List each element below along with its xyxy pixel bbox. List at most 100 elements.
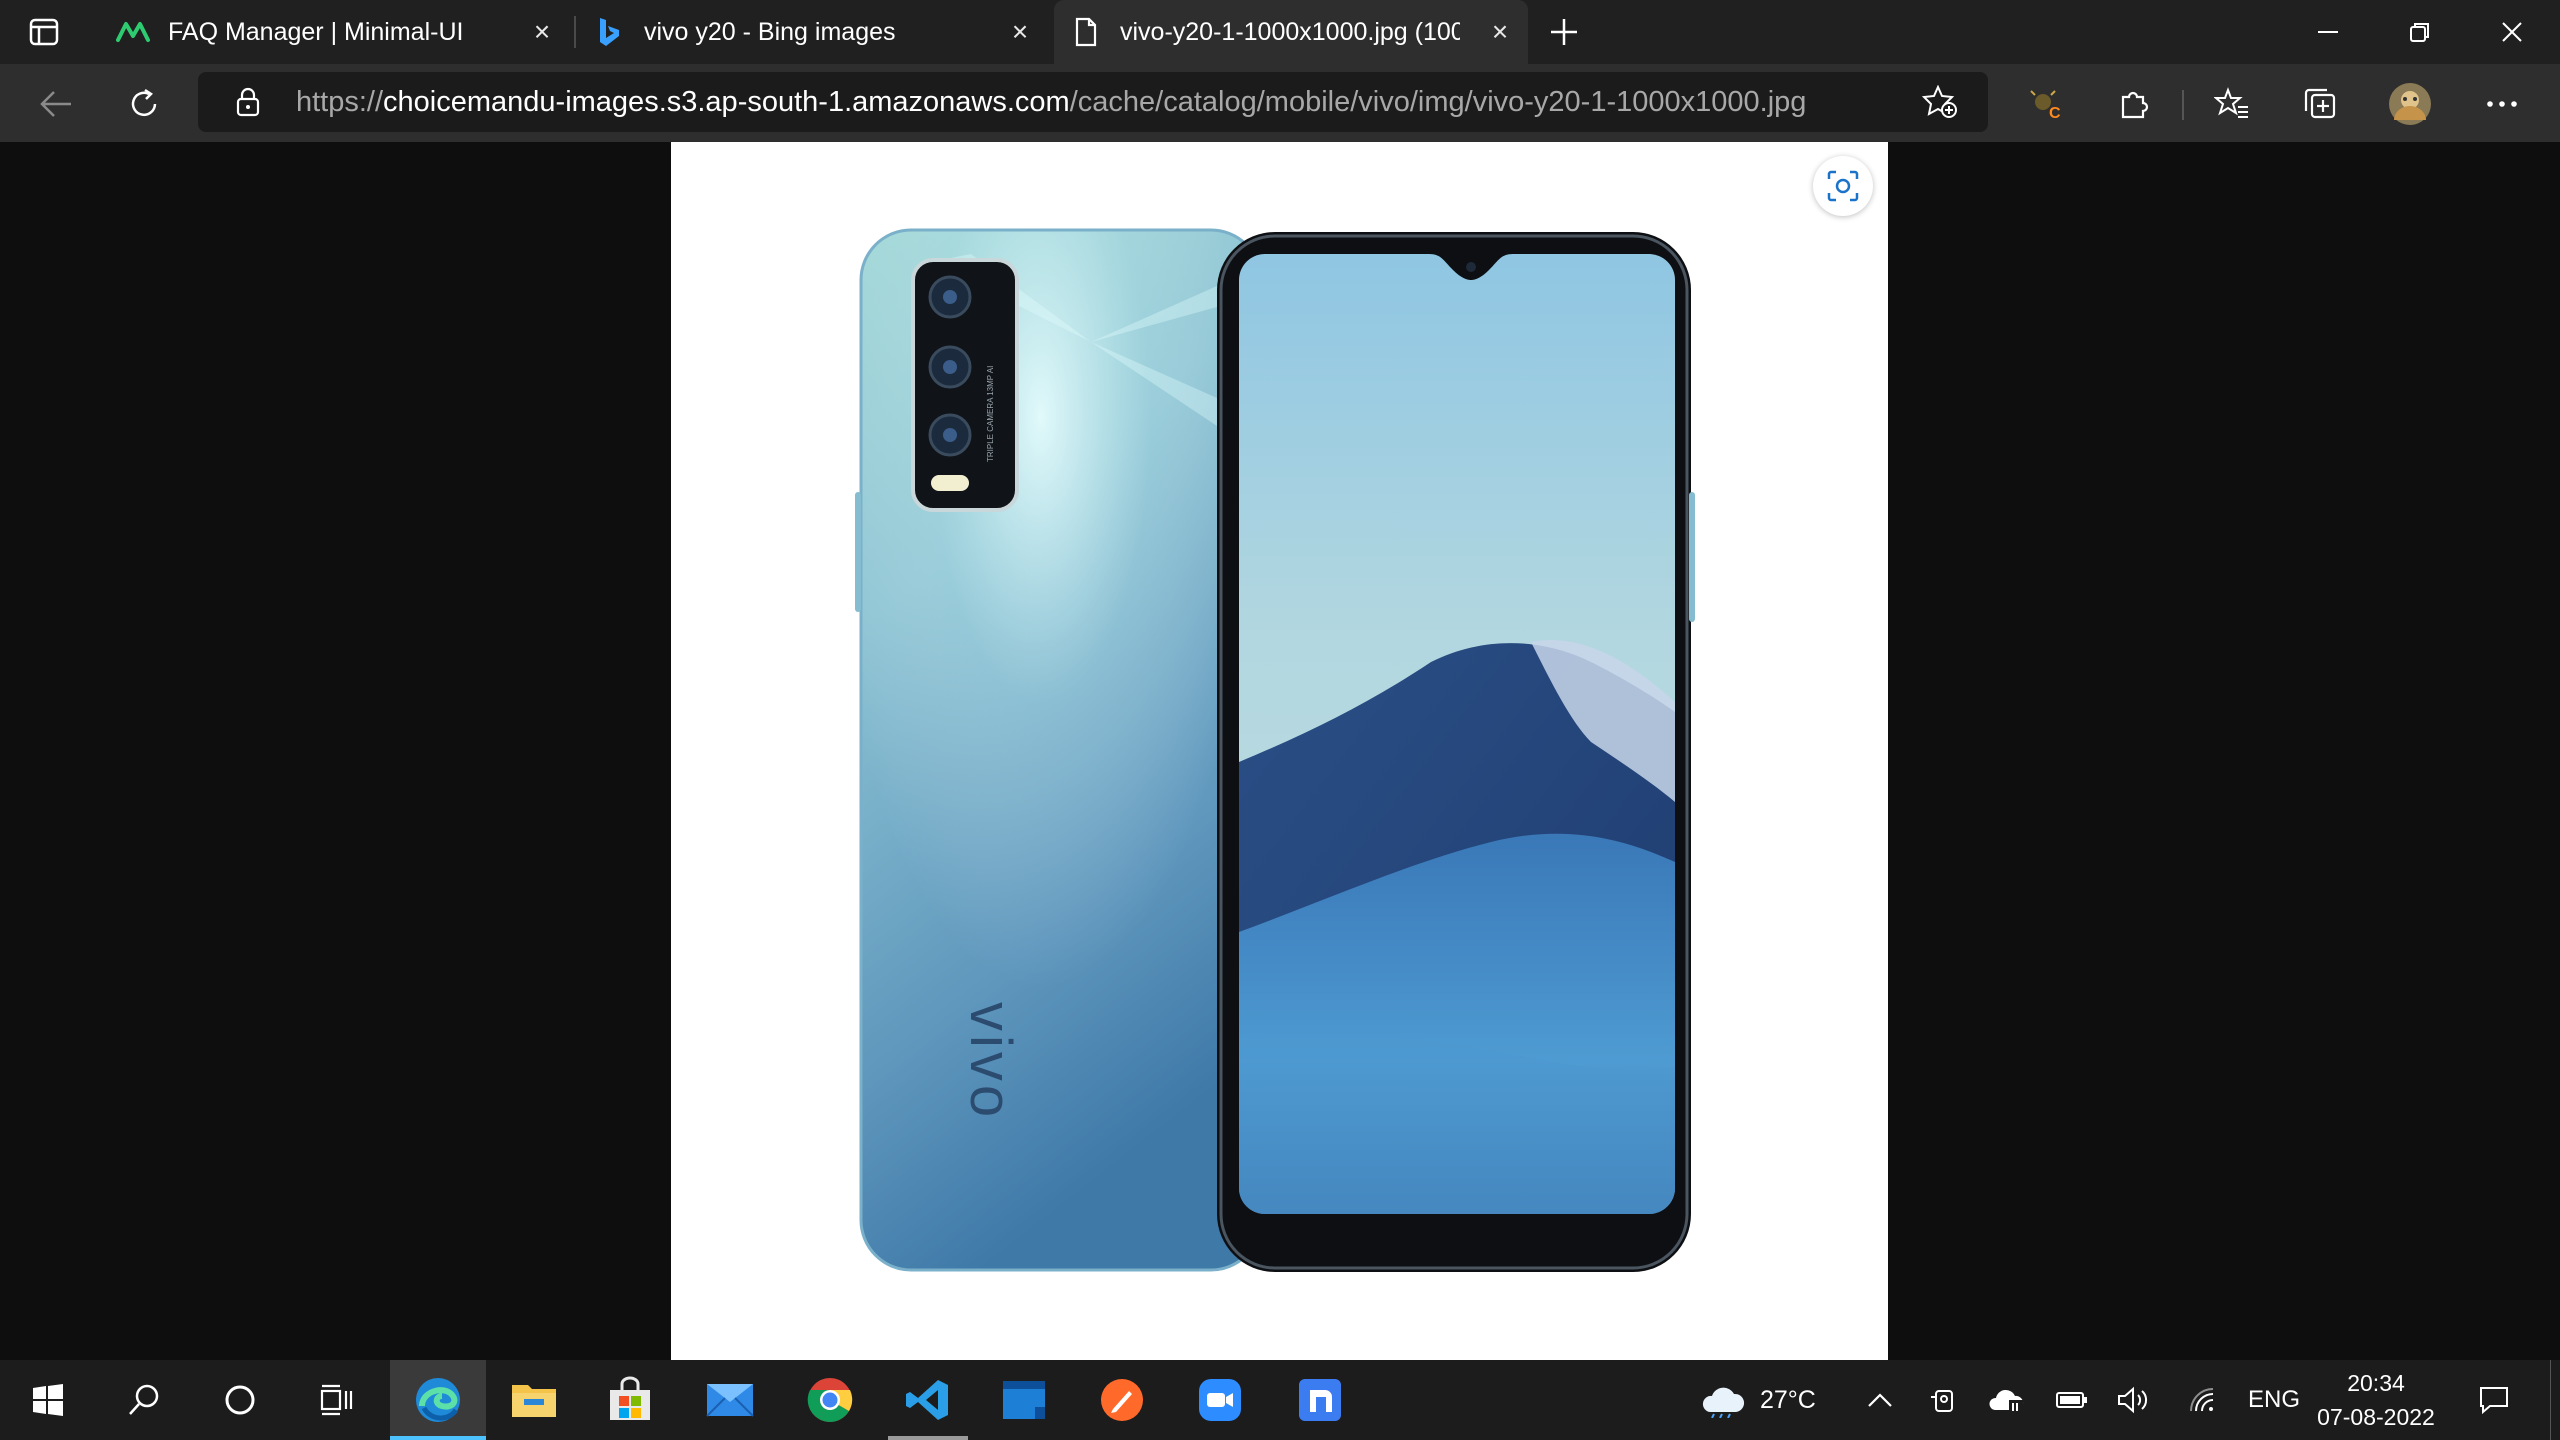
chevron-up-icon: [1868, 1393, 1892, 1407]
taskbar-chrome[interactable]: [782, 1360, 878, 1440]
network-button[interactable]: [2180, 1380, 2224, 1420]
close-tab-icon[interactable]: ×: [528, 18, 556, 46]
search-icon: [129, 1384, 159, 1415]
settings-more-button[interactable]: [2480, 82, 2524, 126]
new-tab-button[interactable]: [1544, 12, 1584, 52]
camera-label: TRIPLE CAMERA 13MP AI: [986, 366, 995, 462]
taskbar-file-explorer[interactable]: [486, 1360, 582, 1440]
onedrive-cloud-icon: [1989, 1389, 2024, 1412]
minimize-icon: [2318, 31, 2338, 33]
taskbar-terminal[interactable]: [976, 1360, 1072, 1440]
product-image: TRIPLE CAMERA 13MP AI vivo: [671, 142, 1888, 1360]
taskbar-pen-app[interactable]: [1074, 1360, 1170, 1440]
battery-icon: [2056, 1392, 2087, 1408]
close-icon: [2502, 22, 2522, 42]
windows-logo-icon: [33, 1384, 63, 1416]
tab-vivo-image[interactable]: vivo-y20-1-1000x1000.jpg (1000×1000) ×: [1054, 0, 1528, 64]
taskbar-vscode[interactable]: [880, 1360, 976, 1440]
address-bar[interactable]: https://choicemandu-images.s3.ap-south-1…: [198, 72, 1988, 132]
mail-icon: [706, 1384, 754, 1417]
tab-title: FAQ Manager | Minimal-UI: [168, 17, 464, 46]
restore-button[interactable]: [2398, 12, 2442, 52]
clock[interactable]: 20:34 07-08-2022: [2316, 1360, 2436, 1440]
taskbar-edge[interactable]: [390, 1360, 486, 1440]
active-indicator: [390, 1436, 486, 1440]
extensions-button[interactable]: [2112, 82, 2156, 126]
restore-icon: [2410, 23, 2429, 42]
edge-browser-icon: [416, 1378, 460, 1422]
notification-icon: [2480, 1387, 2508, 1415]
refresh-button[interactable]: [122, 82, 166, 126]
show-desktop-button[interactable]: [2550, 1360, 2560, 1440]
close-tab-icon[interactable]: ×: [1486, 18, 1514, 46]
tab-actions-icon: [29, 18, 59, 46]
windows-taskbar: 27°C ENG 20:34 07-08-2022: [0, 1360, 2560, 1440]
collections-icon: [2304, 88, 2336, 119]
visual-search-button[interactable]: [1813, 156, 1873, 216]
tab-actions-button[interactable]: [24, 14, 64, 50]
toolbar-divider: [2182, 90, 2184, 120]
task-view-button[interactable]: [288, 1360, 384, 1440]
volume-button[interactable]: [2112, 1380, 2156, 1420]
extension-c-button[interactable]: C: [2024, 82, 2068, 126]
close-tab-icon[interactable]: ×: [1006, 18, 1034, 46]
input-language-button[interactable]: ENG: [2248, 1360, 2300, 1440]
meet-now-icon: [1931, 1390, 1953, 1412]
profile-button[interactable]: [2386, 80, 2434, 128]
onedrive-button[interactable]: [1984, 1380, 2028, 1420]
terminal-app-icon: [1003, 1381, 1045, 1419]
lock-icon[interactable]: [232, 86, 264, 118]
vivo-brand-logo: vivo: [958, 1002, 1023, 1121]
clock-date: 07-08-2022: [2317, 1404, 2435, 1430]
task-view-icon: [320, 1384, 353, 1416]
weather-temperature: 27°C: [1760, 1385, 1816, 1414]
weather-widget[interactable]: 27°C: [1700, 1360, 1816, 1440]
favorites-list-icon: [2214, 87, 2248, 118]
show-hidden-icons-button[interactable]: [1860, 1380, 1900, 1420]
url-text[interactable]: https://choicemandu-images.s3.ap-south-1…: [296, 72, 1806, 132]
minimal-ui-logo-icon: [116, 22, 150, 42]
cortana-circle-icon: [225, 1385, 255, 1415]
tab-title: vivo y20 - Bing images: [644, 17, 896, 46]
document-icon: [1075, 17, 1097, 47]
tab-faq-manager[interactable]: FAQ Manager | Minimal-UI ×: [100, 0, 570, 64]
speaker-icon: [2118, 1386, 2148, 1414]
minimize-button[interactable]: [2306, 12, 2350, 52]
notion-n-icon: [1299, 1379, 1341, 1421]
tab-title: vivo-y20-1-1000x1000.jpg (1000×1000): [1120, 17, 1460, 46]
taskbar-zoom[interactable]: [1172, 1360, 1268, 1440]
search-button[interactable]: [96, 1360, 192, 1440]
star-add-icon: [1922, 85, 1957, 118]
zoom-icon: [1199, 1379, 1241, 1421]
open-indicator: [888, 1436, 968, 1440]
navigation-bar: https://choicemandu-images.s3.ap-south-1…: [0, 64, 2560, 142]
close-window-button[interactable]: [2490, 12, 2534, 52]
action-center-button[interactable]: [2472, 1380, 2516, 1420]
taskbar-store[interactable]: [582, 1360, 678, 1440]
url-host: choicemandu-images.s3.ap-south-1.amazona…: [383, 86, 1070, 118]
taskbar-notion[interactable]: [1272, 1360, 1368, 1440]
add-favorite-button[interactable]: [1920, 84, 1960, 120]
favorites-button[interactable]: [2210, 82, 2254, 126]
avatar: [2389, 83, 2431, 125]
back-button[interactable]: [34, 82, 78, 126]
microsoft-store-icon: [610, 1376, 650, 1420]
chrome-icon: [807, 1378, 853, 1422]
meet-now-button[interactable]: [1924, 1380, 1964, 1420]
tab-bing-images[interactable]: vivo y20 - Bing images ×: [578, 0, 1048, 64]
pen-app-icon: [1101, 1379, 1143, 1421]
taskbar-mail[interactable]: [682, 1360, 778, 1440]
url-scheme: https://: [296, 86, 384, 118]
battery-button[interactable]: [2050, 1380, 2094, 1420]
svg-text:C: C: [2049, 105, 2061, 121]
tab-divider: [574, 16, 576, 48]
more-dots-icon: [2487, 101, 2517, 107]
plus-icon: [1551, 19, 1577, 45]
cortana-button[interactable]: [192, 1360, 288, 1440]
language-indicator: ENG: [2248, 1386, 2301, 1413]
url-path: /cache/catalog/mobile/vivo/img/vivo-y20-…: [1069, 86, 1807, 118]
cloudy-weather-icon: [1702, 1387, 1745, 1418]
bug-extension-icon: C: [2030, 90, 2061, 121]
start-button[interactable]: [0, 1360, 96, 1440]
collections-button[interactable]: [2298, 82, 2342, 126]
